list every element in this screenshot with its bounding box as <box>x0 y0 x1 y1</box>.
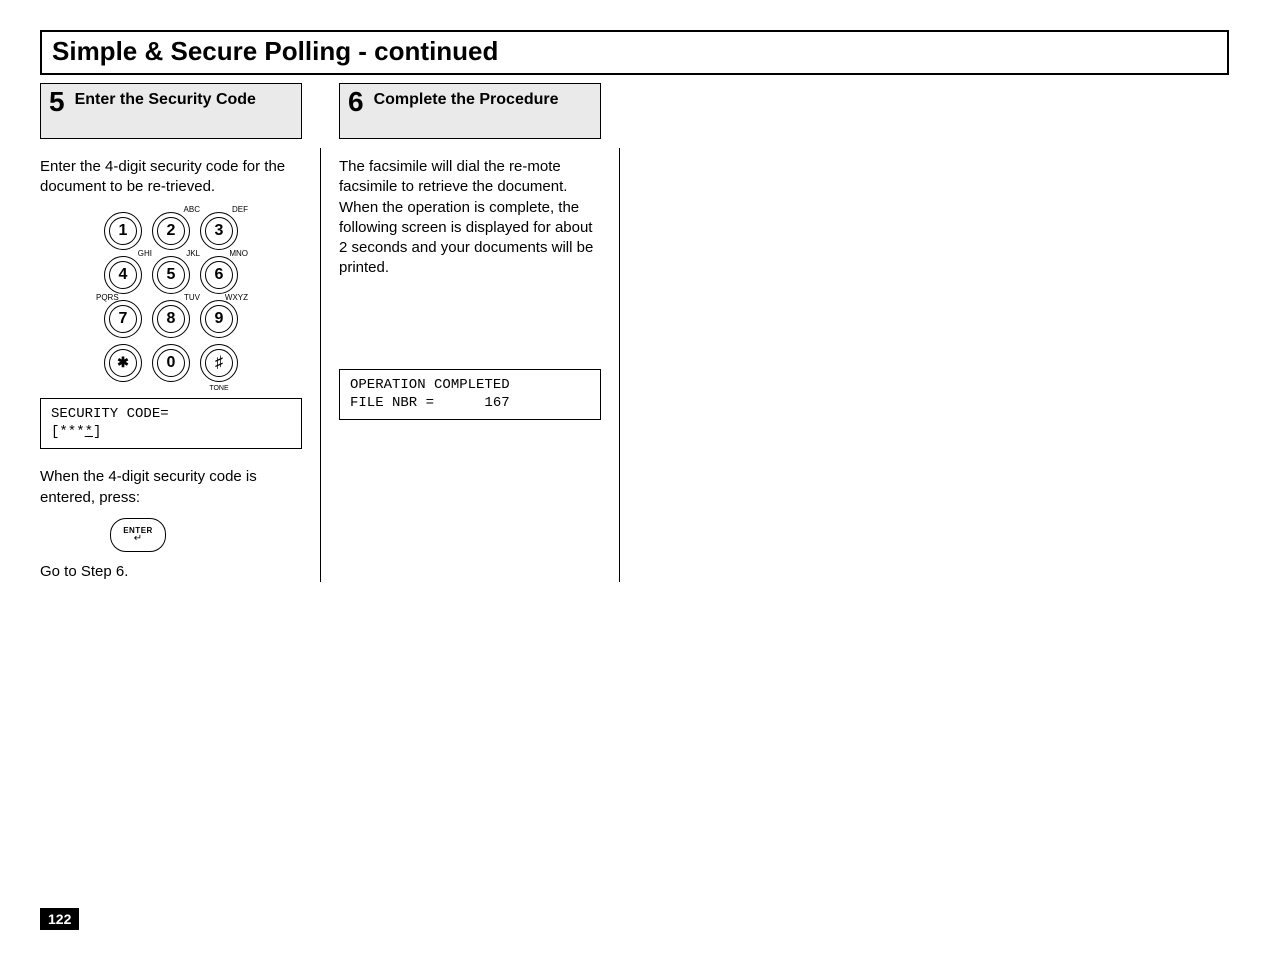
key-0-digit: 0 <box>157 349 185 377</box>
key-6-label: MNO <box>229 250 248 258</box>
step-6-number: 6 <box>348 88 364 116</box>
numeric-keypad-illustration: 1 ABC 2 DEF 3 GHI 4 <box>96 212 246 382</box>
step-5-lcd-line1: SECURITY CODE= <box>51 405 291 424</box>
step-5-body-2: When the 4-digit security code is entere… <box>40 467 302 508</box>
section-title-bar: Simple & Secure Polling - continued <box>40 30 1229 75</box>
step-5-number: 5 <box>49 88 65 116</box>
key-hash-glyph: ♯ <box>205 349 233 377</box>
key-hash-tone-label: TONE <box>200 385 238 392</box>
step-6-column: 6 Complete the Procedure The facsimile w… <box>339 83 601 582</box>
column-divider-1 <box>320 148 321 582</box>
columns-container: 5 Enter the Security Code Enter the 4-di… <box>40 83 1229 582</box>
step-5-header: 5 Enter the Security Code <box>40 83 302 139</box>
key-star: ✱ <box>104 344 142 382</box>
step-6-body-1: The facsimile will dial the re-mote facs… <box>339 157 601 279</box>
key-9: WXYZ 9 <box>200 300 238 338</box>
step-5-lcd-line2: [****] <box>51 423 291 442</box>
step-6-header: 6 Complete the Procedure <box>339 83 601 139</box>
key-9-digit: 9 <box>205 305 233 333</box>
step-5-lcd: SECURITY CODE=[****] <box>40 398 302 450</box>
key-3: DEF 3 <box>200 212 238 250</box>
step-5-column: 5 Enter the Security Code Enter the 4-di… <box>40 83 302 582</box>
step-6-title: Complete the Procedure <box>374 88 559 110</box>
key-5-digit: 5 <box>157 261 185 289</box>
step-5-title: Enter the Security Code <box>75 88 256 110</box>
step-5-lcd-line2-suffix: ] <box>93 424 101 440</box>
key-7-digit: 7 <box>109 305 137 333</box>
step-5-body-3: Go to Step 6. <box>40 562 302 582</box>
enter-button-arrow-icon: ↵ <box>134 534 142 544</box>
step-6-lcd-line1: OPERATION COMPLETED <box>350 376 590 395</box>
key-8-digit: 8 <box>157 305 185 333</box>
key-8: TUV 8 <box>152 300 190 338</box>
key-4-digit: 4 <box>109 261 137 289</box>
key-8-label: TUV <box>184 294 200 302</box>
key-6: MNO 6 <box>200 256 238 294</box>
key-0: 0 <box>152 344 190 382</box>
key-star-glyph: ✱ <box>109 349 137 377</box>
key-hash: ♯ TONE <box>200 344 238 382</box>
key-4-label: GHI <box>138 250 152 258</box>
key-5: JKL 5 <box>152 256 190 294</box>
step-6-lcd-line2: FILE NBR = 167 <box>350 394 590 413</box>
key-7-label: PQRS <box>96 294 119 302</box>
key-3-label: DEF <box>232 206 248 214</box>
key-1-digit: 1 <box>109 217 137 245</box>
key-2: ABC 2 <box>152 212 190 250</box>
step-5-lcd-line2-prefix: [*** <box>51 424 85 440</box>
key-1: 1 <box>104 212 142 250</box>
page-number-badge: 122 <box>40 908 79 930</box>
step-5-lcd-cursor: * <box>85 424 93 440</box>
step-6-lcd: OPERATION COMPLETEDFILE NBR = 167 <box>339 369 601 421</box>
enter-button-illustration: ENTER ↵ <box>110 518 166 552</box>
key-3-digit: 3 <box>205 217 233 245</box>
section-title: Simple & Secure Polling - continued <box>52 36 1217 67</box>
step-5-body-1: Enter the 4-digit security code for the … <box>40 157 302 198</box>
key-2-label: ABC <box>184 206 200 214</box>
key-6-digit: 6 <box>205 261 233 289</box>
key-9-label: WXYZ <box>225 294 248 302</box>
key-2-digit: 2 <box>157 217 185 245</box>
column-divider-2 <box>619 148 620 582</box>
key-7: PQRS 7 <box>104 300 142 338</box>
key-4: GHI 4 <box>104 256 142 294</box>
key-5-label: JKL <box>186 250 200 258</box>
